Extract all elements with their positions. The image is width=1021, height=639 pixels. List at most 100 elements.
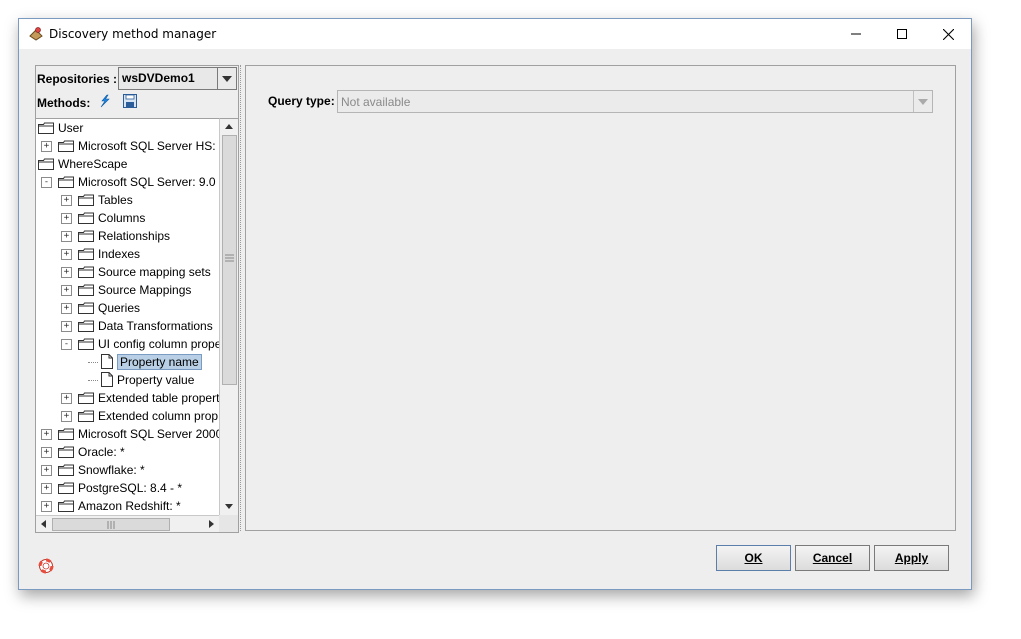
app-icon [29, 27, 43, 41]
expand-icon[interactable]: + [41, 447, 52, 458]
tree-item[interactable]: + Relationships [36, 227, 219, 245]
chevron-down-icon[interactable] [913, 91, 932, 112]
folder-icon [58, 500, 74, 512]
expand-icon[interactable]: + [61, 249, 72, 260]
expand-icon[interactable]: + [61, 393, 72, 404]
scroll-down-icon[interactable] [220, 499, 238, 513]
tree-item-label: Queries [98, 301, 141, 315]
folder-icon [78, 338, 94, 350]
expand-icon[interactable]: + [61, 195, 72, 206]
help-lifebuoy-icon[interactable] [38, 558, 54, 574]
tree-item[interactable]: - UI config column prope [36, 335, 219, 353]
chevron-down-icon[interactable] [217, 68, 236, 89]
folder-icon [58, 176, 74, 188]
tree-item[interactable]: WhereScape [36, 155, 219, 173]
tree-item-label: UI config column prope [98, 337, 219, 351]
tree-item[interactable]: + Indexes [36, 245, 219, 263]
tree-item[interactable]: + Data Transformations [36, 317, 219, 335]
cancel-button-label: Cancel [812, 551, 853, 565]
folder-icon [78, 410, 94, 422]
expand-icon[interactable]: + [61, 213, 72, 224]
cancel-button[interactable]: Cancel [795, 545, 870, 571]
tree-connector [88, 362, 98, 363]
expand-icon[interactable]: + [41, 141, 52, 152]
tree-item-label: Columns [98, 211, 146, 225]
scroll-thumb[interactable] [222, 135, 237, 385]
title-bar: Discovery method manager [19, 19, 971, 49]
ok-button[interactable]: OK [716, 545, 791, 571]
tree-item-label: Microsoft SQL Server HS: 9 [78, 139, 219, 153]
collapse-icon[interactable]: - [61, 339, 72, 350]
tree-item[interactable]: + PostgreSQL: 8.4 - * [36, 479, 219, 497]
tree-item-label: Source Mappings [98, 283, 192, 297]
hscroll-thumb[interactable] [52, 518, 170, 531]
folder-icon [78, 248, 94, 260]
collapse-icon[interactable]: - [41, 177, 52, 188]
folder-icon [58, 428, 74, 440]
document-icon [101, 372, 113, 387]
maximize-button[interactable] [879, 19, 925, 49]
expand-icon[interactable]: + [61, 285, 72, 296]
tree-item-label: Data Transformations [98, 319, 213, 333]
method-tree[interactable]: User + Microsoft SQL Server HS: 9 WhereScap… [36, 118, 219, 515]
repositories-label: Repositories : [37, 72, 118, 86]
save-icon[interactable] [122, 93, 138, 109]
tree-item[interactable]: + Microsoft SQL Server HS: 9 [36, 137, 219, 155]
tree-item-label: Microsoft SQL Server 2000 [78, 427, 219, 441]
scroll-up-icon[interactable] [220, 119, 238, 133]
tree-item[interactable]: Property value [36, 371, 219, 389]
folder-icon [78, 194, 94, 206]
scroll-left-icon[interactable] [36, 516, 50, 532]
expand-icon[interactable]: + [41, 429, 52, 440]
apply-button[interactable]: Apply [874, 545, 949, 571]
repository-select[interactable]: wsDVDemo1 [118, 67, 237, 90]
tree-item[interactable]: + Extended table propert [36, 389, 219, 407]
tree-item[interactable]: + Microsoft SQL Server 2000 [36, 425, 219, 443]
close-button[interactable] [925, 19, 971, 49]
tree-vertical-scrollbar[interactable] [219, 118, 238, 515]
tree-horizontal-scrollbar[interactable] [36, 515, 219, 532]
tree-item-label: Amazon Redshift: * [78, 499, 181, 513]
tree-item[interactable]: + Amazon Redshift: * [36, 497, 219, 515]
tree-item[interactable]: + Queries [36, 299, 219, 317]
folder-icon [78, 320, 94, 332]
tree-item[interactable]: + Columns [36, 209, 219, 227]
tree-item[interactable]: User [36, 119, 219, 137]
expand-icon[interactable]: + [61, 231, 72, 242]
expand-icon[interactable]: + [41, 483, 52, 494]
methods-label: Methods: [37, 96, 91, 110]
tree-item[interactable]: - Microsoft SQL Server: 9.0 - [36, 173, 219, 191]
folder-icon [58, 446, 74, 458]
expand-icon[interactable]: + [41, 465, 52, 476]
minimize-icon [851, 33, 861, 35]
methods-panel: Repositories : wsDVDemo1 Methods: User + M… [35, 65, 239, 533]
tree-item[interactable]: + Tables [36, 191, 219, 209]
tree-item-label: Oracle: * [78, 445, 125, 459]
minimize-button[interactable] [833, 19, 879, 49]
tree-item-label: Microsoft SQL Server: 9.0 - [78, 175, 219, 189]
tree-item[interactable]: + Oracle: * [36, 443, 219, 461]
query-type-select[interactable]: Not available [337, 90, 933, 113]
tree-item-label: Property value [117, 373, 195, 387]
tree-item-label: Snowflake: * [78, 463, 145, 477]
folder-icon [78, 230, 94, 242]
ok-button-label: OK [744, 551, 763, 565]
expand-icon[interactable]: + [61, 267, 72, 278]
tree-item[interactable]: + Extended column prop [36, 407, 219, 425]
expand-icon[interactable]: + [41, 501, 52, 512]
expand-icon[interactable]: + [61, 303, 72, 314]
folder-icon [58, 140, 74, 152]
scroll-corner [219, 515, 238, 532]
expand-icon[interactable]: + [61, 411, 72, 422]
tree-item[interactable]: Property name [36, 353, 219, 371]
tree-item[interactable]: + Source Mappings [36, 281, 219, 299]
dialog-window: Discovery method manager Repositories : … [18, 18, 972, 590]
tree-item-label: PostgreSQL: 8.4 - * [78, 481, 183, 495]
tree-item[interactable]: + Snowflake: * [36, 461, 219, 479]
maximize-icon [897, 29, 907, 39]
expand-icon[interactable]: + [61, 321, 72, 332]
tree-item[interactable]: + Source mapping sets [36, 263, 219, 281]
tree-item-label: Property name [117, 354, 202, 370]
scroll-right-icon[interactable] [204, 516, 218, 532]
refresh-icon[interactable] [96, 93, 112, 109]
